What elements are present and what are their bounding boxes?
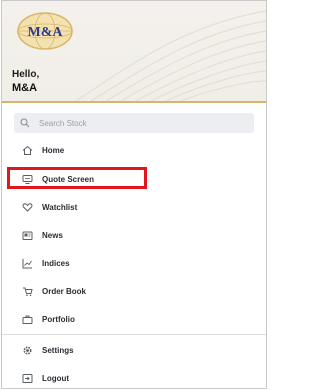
side-menu-panel: M&A Hello, M&A Home Quote Screen	[1, 0, 267, 389]
decorative-waves	[75, 10, 266, 101]
menu-item-watchlist[interactable]: Watchlist	[2, 194, 266, 220]
menu-item-logout[interactable]: Logout	[2, 365, 266, 388]
search-icon	[20, 118, 30, 128]
orders-icon	[23, 287, 33, 296]
menu-item-portfolio[interactable]: Portfolio	[2, 306, 266, 332]
menu-item-label: Watchlist	[42, 202, 78, 212]
header-accent-line	[2, 101, 266, 103]
menu-item-order-book[interactable]: Order Book	[2, 278, 266, 304]
user-name: M&A	[12, 82, 38, 94]
menu-item-label: Portfolio	[42, 314, 75, 324]
menu-item-indices[interactable]: Indices	[2, 250, 266, 276]
highlight-annotation-box	[7, 167, 147, 189]
menu-item-label: Logout	[42, 373, 70, 383]
menu-item-label: News	[42, 230, 63, 240]
logo-text: M&A	[28, 25, 64, 40]
menu-item-settings[interactable]: Settings	[2, 337, 266, 363]
chart-icon	[22, 258, 32, 268]
menu-item-label: Indices	[42, 258, 70, 268]
menu-item-label: Settings	[42, 345, 74, 355]
news-icon	[22, 231, 33, 240]
logout-icon	[22, 373, 33, 383]
brand-logo: M&A	[16, 11, 74, 51]
heart-icon	[22, 202, 33, 212]
menu-item-label: Order Book	[42, 286, 87, 296]
gear-icon	[23, 345, 32, 355]
menu-divider	[2, 334, 266, 335]
menu-item-news[interactable]: News	[2, 222, 266, 248]
greeting-text: Hello,	[12, 69, 40, 80]
home-icon	[22, 145, 33, 155]
search-input[interactable]	[39, 118, 219, 128]
briefcase-icon	[22, 315, 33, 324]
menu-header: M&A Hello, M&A	[2, 1, 266, 101]
menu-item-label: Home	[42, 145, 65, 155]
search-bar[interactable]	[14, 113, 254, 133]
menu-item-home[interactable]: Home	[2, 137, 266, 163]
